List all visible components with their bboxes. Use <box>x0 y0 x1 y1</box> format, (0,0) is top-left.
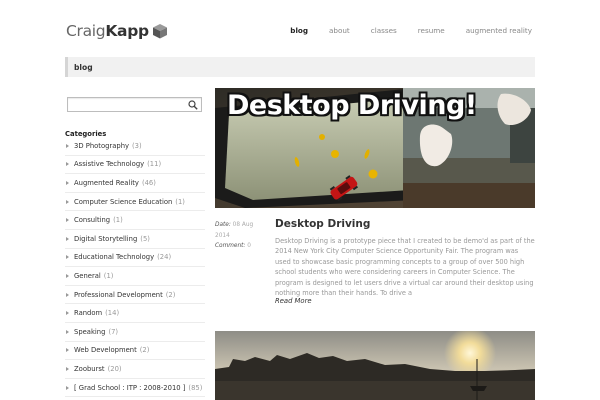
bullet-arrow-icon <box>66 162 69 167</box>
bullet-arrow-icon <box>66 143 69 148</box>
category-count: (7) <box>108 327 119 336</box>
sunset-harbor-photo <box>215 331 535 400</box>
category-label[interactable]: 3D Photography <box>74 142 129 150</box>
cube-icon <box>152 24 167 39</box>
category-label[interactable]: Speaking <box>74 328 105 336</box>
category-label[interactable]: Educational Technology <box>74 253 154 261</box>
category-count: (1) <box>103 271 114 280</box>
category-count: (3) <box>132 141 142 150</box>
read-more-link[interactable]: Read More <box>275 297 312 305</box>
category-item[interactable]: Professional Development (2) <box>65 286 205 305</box>
category-count: (5) <box>140 234 150 243</box>
post-title[interactable]: Desktop Driving <box>275 218 370 230</box>
category-label[interactable]: General <box>74 272 101 280</box>
nav-resume[interactable]: resume <box>418 26 445 35</box>
category-count: (85) <box>188 383 203 392</box>
nav-blog[interactable]: blog <box>290 26 308 35</box>
comment-count[interactable]: 0 <box>247 243 251 249</box>
category-item[interactable]: Educational Technology (24) <box>65 249 205 268</box>
next-post-image[interactable] <box>215 331 535 400</box>
site-logo[interactable]: Craig Kapp <box>66 21 168 41</box>
category-item[interactable]: Assistive Technology (11) <box>65 156 205 175</box>
category-count: (24) <box>157 253 172 262</box>
category-count: (46) <box>141 178 156 187</box>
post-featured-image[interactable]: Desktop Driving! <box>215 88 535 208</box>
category-item[interactable]: Random (14) <box>65 304 205 323</box>
bullet-arrow-icon <box>66 329 69 334</box>
nav-augmented-reality[interactable]: augmented reality <box>466 26 532 35</box>
category-label[interactable]: Consulting <box>74 216 110 224</box>
category-item[interactable]: 3D Photography (3) <box>65 137 205 156</box>
category-item[interactable]: [ Grad School : ITP : 2008-2010 ] (85) <box>65 379 205 398</box>
page-title-bar: blog <box>65 57 535 77</box>
bullet-arrow-icon <box>66 292 69 297</box>
category-list: 3D Photography (3) Assistive Technology (11… <box>65 137 205 398</box>
category-item[interactable]: Computer Science Education (1) <box>65 193 205 212</box>
page-title: blog <box>74 63 93 72</box>
category-label[interactable]: Augmented Reality <box>74 179 139 187</box>
category-label[interactable]: [ Grad School : ITP : 2008-2010 ] <box>74 384 185 392</box>
category-count: (2) <box>139 346 150 355</box>
logo-text-craig: Craig <box>66 22 106 40</box>
category-count: (11) <box>147 160 162 169</box>
category-label[interactable]: Zooburst <box>74 365 105 373</box>
category-item[interactable]: Digital Storytelling (5) <box>65 230 205 249</box>
bullet-arrow-icon <box>66 236 69 241</box>
category-item[interactable]: Augmented Reality (46) <box>65 174 205 193</box>
category-item[interactable]: General (1) <box>65 267 205 286</box>
date-label: Date: <box>215 222 231 228</box>
category-item[interactable]: Web Development (2) <box>65 342 205 361</box>
category-count: (2) <box>165 290 176 299</box>
category-item[interactable]: Speaking (7) <box>65 323 205 342</box>
comment-label: Comment: <box>215 243 246 249</box>
bullet-arrow-icon <box>66 273 69 278</box>
category-label[interactable]: Random <box>74 309 102 317</box>
category-label[interactable]: Professional Development <box>74 291 163 299</box>
nav-classes[interactable]: classes <box>371 26 397 35</box>
title-accent <box>65 57 68 77</box>
main-nav: blog about classes resume augmented real… <box>269 26 532 35</box>
bullet-arrow-icon <box>66 348 69 353</box>
category-count: (14) <box>105 309 120 318</box>
bullet-arrow-icon <box>66 255 69 260</box>
bullet-arrow-icon <box>66 180 69 185</box>
search-input[interactable] <box>67 97 202 112</box>
post-meta: Date: 08 Aug 2014 Comment: 0 <box>215 220 265 252</box>
category-item[interactable]: Consulting (1) <box>65 211 205 230</box>
category-count: (1) <box>175 197 185 206</box>
bullet-arrow-icon <box>66 385 69 390</box>
category-label[interactable]: Web Development <box>74 346 137 354</box>
category-count: (1) <box>113 216 123 225</box>
category-count: (20) <box>107 364 122 373</box>
category-label[interactable]: Computer Science Education <box>74 198 172 206</box>
nav-about[interactable]: about <box>329 26 350 35</box>
search-icon[interactable] <box>188 100 198 110</box>
bullet-arrow-icon <box>66 311 69 316</box>
category-item[interactable]: Zooburst (20) <box>65 360 205 379</box>
featured-image-headline: Desktop Driving! <box>227 90 477 121</box>
bullet-arrow-icon <box>66 218 69 223</box>
bullet-arrow-icon <box>66 199 69 204</box>
category-label[interactable]: Assistive Technology <box>74 160 144 168</box>
logo-text-kapp: Kapp <box>105 22 149 40</box>
post-excerpt: Desktop Driving is a prototype piece tha… <box>275 237 535 298</box>
category-label[interactable]: Digital Storytelling <box>74 235 137 243</box>
bullet-arrow-icon <box>66 366 69 371</box>
